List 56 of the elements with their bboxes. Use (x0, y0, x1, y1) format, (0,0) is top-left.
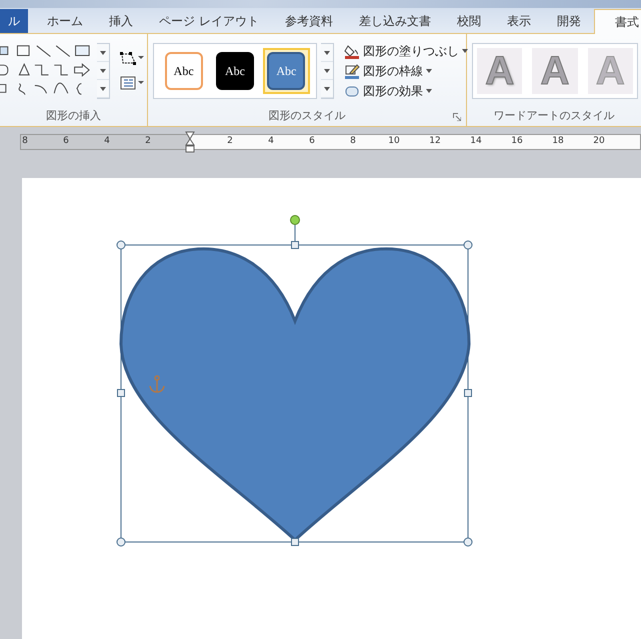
resize-handle[interactable] (116, 240, 126, 250)
caret-icon (324, 50, 330, 54)
ribbon-tab[interactable]: 差し込み文書 (346, 9, 444, 33)
indent-marker-icon[interactable] (185, 131, 195, 153)
dialog-launcher-icon[interactable] (453, 113, 461, 121)
caret-icon (100, 68, 106, 72)
resize-handle[interactable] (464, 389, 472, 397)
ruler-number: 6 (63, 136, 69, 146)
ruler-number: 2 (227, 136, 233, 146)
resize-handle[interactable] (291, 538, 299, 546)
group-label: ワードアートのスタイル (492, 108, 616, 124)
ruler-number: 2 (145, 136, 151, 146)
ruler-number: 16 (511, 136, 523, 146)
resize-handle[interactable] (116, 538, 126, 546)
caret-icon (100, 50, 106, 54)
ribbon-tab[interactable]: ホーム (34, 9, 96, 33)
shape-format-command[interactable]: 図形の塗りつぶし (344, 42, 468, 60)
paint-bucket-icon (344, 43, 360, 59)
ruler-number: 8 (350, 136, 356, 146)
edit-points-icon[interactable] (120, 52, 144, 66)
ribbon-tab[interactable]: ページ レイアウト (146, 9, 272, 33)
rotation-handle[interactable] (290, 215, 300, 242)
ribbon-tab[interactable]: 挿入 (96, 9, 146, 33)
ribbon-tab[interactable]: 開発 (544, 9, 594, 33)
ribbon-tab[interactable]: 書式 (594, 9, 641, 34)
caret-icon (426, 69, 432, 73)
ruler-number: 20 (593, 136, 605, 146)
ribbon-tab[interactable]: 参考資料 (272, 9, 346, 33)
caret-icon (426, 89, 432, 93)
ruler-number: 18 (552, 136, 564, 146)
resize-handle[interactable] (464, 240, 472, 250)
shape-style-option[interactable]: Abc (262, 48, 310, 94)
caret-icon (324, 68, 330, 72)
ruler-number: 4 (104, 136, 110, 146)
resize-handle[interactable] (117, 389, 125, 397)
shape-format-command[interactable]: 図形の効果 (344, 82, 468, 100)
pencil-icon (344, 63, 360, 79)
group-label: 図形の挿入 (45, 108, 102, 124)
ruler-number: 4 (268, 136, 274, 146)
resize-handle[interactable] (464, 538, 472, 546)
shape-format-command[interactable]: 図形の枠線 (344, 62, 468, 80)
resize-handle[interactable] (291, 241, 299, 249)
caret-icon (100, 86, 106, 90)
ruler-number: 10 (388, 136, 400, 146)
group-label: 図形のスタイル (268, 108, 346, 124)
text-box-icon[interactable] (120, 76, 144, 90)
ribbon-tab[interactable]: 校閲 (444, 9, 494, 33)
ruler-number: 12 (429, 136, 441, 146)
caret-icon (462, 49, 468, 53)
ruler-number: 6 (309, 136, 315, 146)
ruler-number: 14 (470, 136, 482, 146)
ruler-number: 8 (22, 136, 28, 146)
caret-icon (324, 86, 330, 90)
ribbon-tab[interactable]: ル (0, 9, 28, 33)
anchor-icon (149, 375, 165, 393)
ribbon-tab[interactable]: 表示 (494, 9, 544, 33)
